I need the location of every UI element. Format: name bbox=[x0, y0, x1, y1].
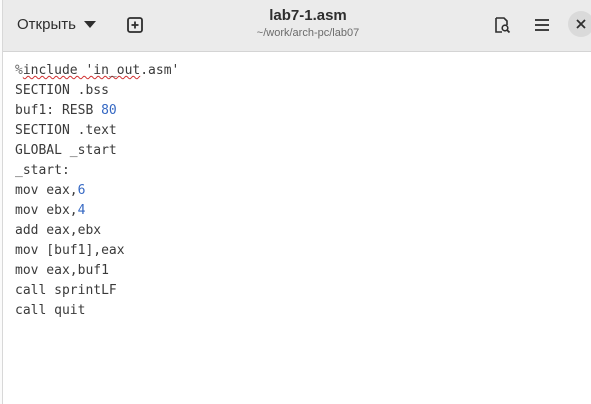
code-token: 6 bbox=[77, 183, 86, 198]
code-token: call sprintLF bbox=[15, 283, 117, 298]
code-line: %include 'in_out.asm' bbox=[15, 61, 179, 81]
search-button[interactable] bbox=[488, 11, 516, 39]
code-token: SECTION .text bbox=[15, 123, 117, 138]
code-line: mov eax,buf1 bbox=[15, 261, 179, 281]
code-token: add eax,ebx bbox=[15, 223, 102, 238]
code-content[interactable]: %include 'in_out.asm' SECTION .bss buf1: R… bbox=[15, 61, 179, 321]
code-line: SECTION .bss bbox=[15, 81, 179, 101]
close-button[interactable] bbox=[568, 11, 591, 37]
open-button[interactable]: Открыть bbox=[9, 10, 104, 38]
plus-square-icon bbox=[127, 17, 143, 33]
code-token: SECTION .bss bbox=[15, 83, 109, 98]
chevron-down-icon bbox=[83, 20, 96, 28]
code-line: mov eax,6 bbox=[15, 181, 179, 201]
code-line: call quit bbox=[15, 301, 179, 321]
code-token: mov [buf1],eax bbox=[15, 243, 125, 258]
code-line: SECTION .text bbox=[15, 121, 179, 141]
code-token: 4 bbox=[77, 203, 86, 218]
text-editor-area[interactable]: %include 'in_out.asm' SECTION .bss buf1: R… bbox=[3, 52, 591, 404]
open-button-label: Открыть bbox=[17, 15, 76, 33]
code-line: GLOBAL _start bbox=[15, 141, 179, 161]
code-token: _start: bbox=[15, 163, 70, 178]
code-token: .asm' bbox=[140, 63, 180, 78]
code-token: call quit bbox=[15, 303, 86, 318]
menu-button[interactable] bbox=[528, 11, 556, 39]
window-title: lab7-1.asm bbox=[269, 7, 347, 24]
window-subtitle: ~/work/arch-pc/lab07 bbox=[256, 27, 360, 39]
code-line: buf1: RESB 80 bbox=[15, 101, 179, 121]
code-token: buf1: RESB bbox=[15, 103, 102, 118]
editor-window: Открыть lab7-1.asm ~/work/arch-pc/lab07 bbox=[2, 0, 591, 404]
code-line: add eax,ebx bbox=[15, 221, 179, 241]
code-line: _start: bbox=[15, 161, 179, 181]
search-document-icon bbox=[495, 17, 511, 34]
code-line: mov ebx,4 bbox=[15, 201, 179, 221]
code-token: 80 bbox=[101, 103, 117, 118]
code-line: call sprintLF bbox=[15, 281, 179, 301]
code-token: mov eax, bbox=[15, 183, 78, 198]
code-token: mov eax,buf1 bbox=[15, 263, 109, 278]
new-tab-button[interactable] bbox=[121, 11, 149, 39]
code-token: mov ebx, bbox=[15, 203, 78, 218]
code-token: % bbox=[15, 63, 23, 78]
close-icon bbox=[576, 19, 586, 29]
title-area: lab7-1.asm ~/work/arch-pc/lab07 bbox=[183, 6, 433, 41]
hamburger-menu-icon bbox=[535, 19, 549, 31]
code-token: GLOBAL _start bbox=[15, 143, 117, 158]
code-token: include 'in_out bbox=[22, 63, 141, 78]
header-bar: Открыть lab7-1.asm ~/work/arch-pc/lab07 bbox=[3, 0, 591, 52]
code-line: mov [buf1],eax bbox=[15, 241, 179, 261]
